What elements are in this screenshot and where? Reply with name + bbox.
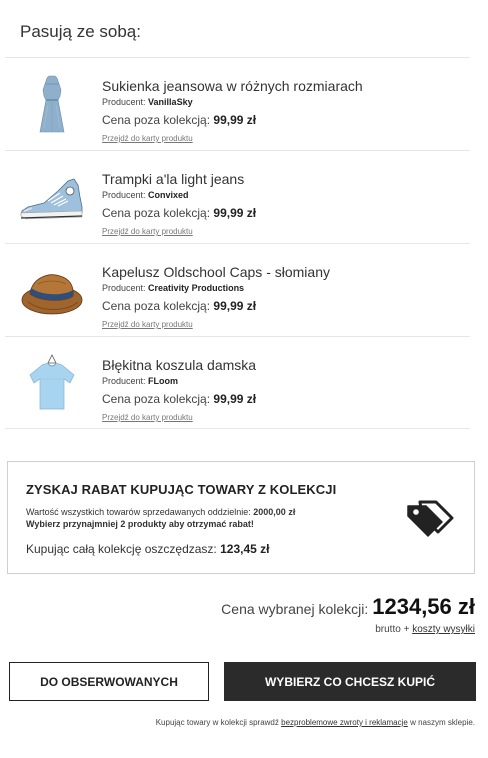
product-name: Błękitna koszula damska — [102, 357, 257, 373]
list-item: Sukienka jeansowa w różnych rozmiarach P… — [5, 57, 470, 150]
dress-image[interactable] — [18, 70, 86, 138]
discount-savings: Kupując całą kolekcję oszczędzasz: 123,4… — [26, 542, 270, 556]
product-name: Kapelusz Oldschool Caps - słomiany — [102, 264, 330, 280]
hat-image[interactable] — [18, 256, 86, 324]
discount-hint: Wybierz przynajmniej 2 produkty aby otrz… — [26, 519, 254, 529]
product-producer: Producent: FLoom — [102, 376, 179, 386]
discount-total-line: Wartość wszystkich towarów sprzedawanych… — [26, 507, 296, 517]
collection-price-value: 1234,56 zł — [372, 594, 475, 619]
product-producer: Producent: Creativity Productions — [102, 283, 245, 293]
product-card-link[interactable]: Przejdź do karty produktu — [102, 227, 193, 236]
product-producer: Producent: Convixed — [102, 190, 189, 200]
list-item: Trampki a'la light jeans Producent: Conv… — [5, 150, 470, 243]
add-to-watchlist-button[interactable]: DO OBSERWOWANYCH — [9, 662, 209, 701]
product-name: Trampki a'la light jeans — [102, 171, 245, 187]
sneaker-image[interactable] — [18, 163, 86, 231]
footer-note: Kupując towary w kolekcji sprawdź bezpro… — [155, 718, 475, 727]
collection-price: Cena wybranej kolekcji: 1234,56 zł — [221, 594, 475, 620]
discount-title: ZYSKAJ RABAT KUPUJĄC TOWARY Z KOLEKCJI — [26, 482, 337, 497]
product-card-link[interactable]: Przejdź do karty produktu — [102, 320, 193, 329]
product-list: Sukienka jeansowa w różnych rozmiarach P… — [5, 57, 470, 429]
product-price: Cena poza kolekcją: 99,99 zł — [102, 392, 257, 406]
product-price: Cena poza kolekcją: 99,99 zł — [102, 113, 257, 127]
list-item: Kapelusz Oldschool Caps - słomiany Produ… — [5, 243, 470, 336]
product-card-link[interactable]: Przejdź do karty produktu — [102, 413, 193, 422]
returns-link[interactable]: bezproblemowe zwroty i reklamacje — [281, 718, 408, 727]
section-heading: Pasują ze sobą: — [20, 22, 141, 41]
product-name: Sukienka jeansowa w różnych rozmiarach — [102, 78, 363, 94]
shipping-costs-link[interactable]: koszty wysyłki — [412, 624, 475, 635]
collection-price-label: Cena wybranej kolekcji: — [221, 601, 369, 617]
discount-box: ZYSKAJ RABAT KUPUJĄC TOWARY Z KOLEKCJI W… — [7, 461, 475, 574]
product-producer: Producent: VanillaSky — [102, 97, 193, 107]
brutto-note: brutto + koszty wysyłki — [375, 624, 475, 635]
shirt-image[interactable] — [18, 349, 86, 417]
price-tags-icon — [406, 500, 454, 540]
choose-to-buy-button[interactable]: WYBIERZ CO CHCESZ KUPIĆ — [224, 662, 476, 701]
product-card-link[interactable]: Przejdź do karty produktu — [102, 134, 193, 143]
list-item: Błękitna koszula damska Producent: FLoom… — [5, 336, 470, 429]
product-price: Cena poza kolekcją: 99,99 zł — [102, 299, 257, 313]
product-price: Cena poza kolekcją: 99,99 zł — [102, 206, 257, 220]
